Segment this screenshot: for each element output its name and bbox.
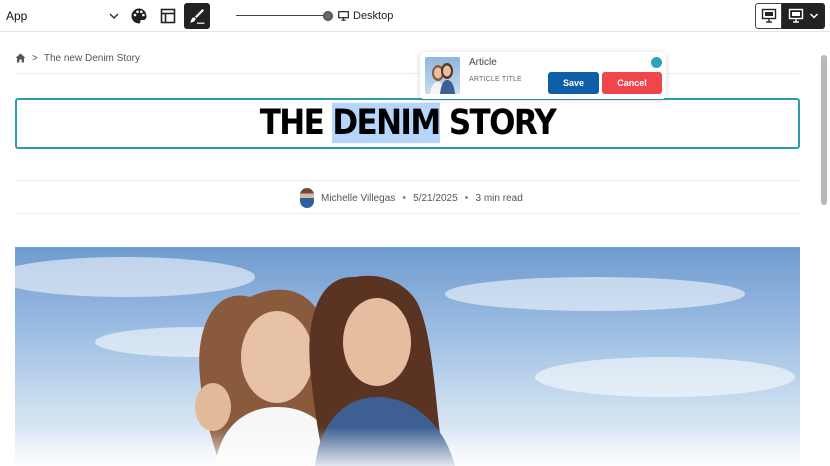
edit-mode-button[interactable] [184, 3, 210, 29]
device-selector[interactable]: Desktop [338, 8, 393, 24]
breadcrumb: > The new Denim Story [15, 50, 140, 66]
cancel-button[interactable]: Cancel [602, 72, 662, 94]
palette-icon [131, 8, 147, 24]
publish-date: 5/21/2025 [413, 192, 458, 204]
popover-field-label: ARTICLE TITLE [469, 76, 522, 83]
theme-button[interactable] [126, 3, 152, 29]
title-text-selected: DENIM [332, 102, 441, 144]
hero-image[interactable] [15, 247, 800, 466]
vertical-scrollbar[interactable] [821, 55, 827, 205]
device-label: Desktop [353, 10, 394, 22]
article-byline: Michelle Villegas • 5/21/2025 • 3 min re… [300, 187, 523, 209]
desktop-icon [338, 11, 349, 21]
app-select[interactable]: App [6, 6, 122, 26]
article-edit-popover: Article ARTICLE TITLE Save Cancel [420, 52, 666, 99]
zoom-slider-track[interactable] [236, 15, 330, 16]
publish-icon [788, 8, 804, 23]
home-icon[interactable] [15, 53, 26, 63]
editor-toolbar: App Desktop [0, 0, 830, 32]
edit-brush-icon [190, 9, 205, 24]
chevron-down-icon [809, 13, 819, 19]
divider [15, 213, 800, 214]
byline-separator: • [402, 192, 407, 204]
breadcrumb-current[interactable]: The new Denim Story [44, 53, 140, 64]
save-button[interactable]: Save [548, 72, 599, 94]
chevron-down-icon [109, 13, 119, 20]
preview-button[interactable] [755, 3, 782, 29]
article-title[interactable]: THE DENIM STORY [17, 97, 798, 150]
author-avatar [300, 188, 314, 208]
publish-menu-button[interactable] [782, 3, 825, 29]
read-time: 3 min read [475, 192, 523, 204]
title-text-before: THE [259, 102, 333, 144]
breadcrumb-separator: > [32, 52, 38, 64]
hero-fade [15, 427, 800, 466]
preview-icon [761, 8, 776, 23]
divider [15, 73, 800, 74]
layout-icon [160, 8, 176, 24]
layout-button[interactable] [155, 3, 181, 29]
status-indicator [651, 57, 662, 68]
article-thumbnail [425, 57, 460, 94]
byline-separator: • [464, 192, 469, 204]
title-text-after: STORY [439, 102, 557, 144]
divider [15, 180, 800, 181]
author-name[interactable]: Michelle Villegas [321, 193, 395, 204]
app-select-value: App [6, 9, 28, 23]
zoom-slider-thumb[interactable] [323, 11, 333, 21]
article-title-editor[interactable]: THE DENIM STORY [15, 98, 800, 149]
popover-type-label: Article [469, 57, 497, 68]
